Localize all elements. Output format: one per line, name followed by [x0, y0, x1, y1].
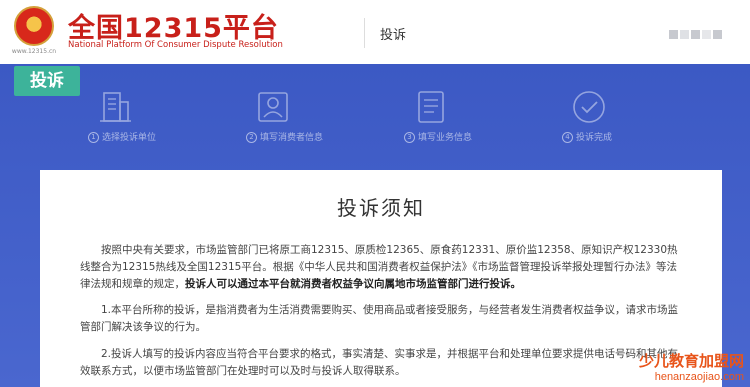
step-consumer-info: 2 填写消费者信息 — [218, 88, 358, 148]
notice-emphasis: 投诉人可以通过本平台就消费者权益争议向属地市场监管部门进行投诉。 — [185, 278, 521, 290]
step-label: 3 填写业务信息 — [404, 130, 472, 143]
site-watermark: 少儿教育加盟网 henanzaojiao.com — [639, 350, 744, 383]
header-section-label: 投诉 — [380, 28, 407, 43]
site-header: www.12315.cn 全国12315平台 National Platform… — [0, 0, 750, 64]
document-icon — [418, 91, 444, 123]
national-emblem-icon[interactable] — [14, 6, 54, 46]
notice-paragraph-intro: 按照中央有关要求，市场监管部门已将原工商12315、原质检12365、原食药12… — [80, 244, 678, 290]
watermark-url: henanzaojiao.com — [654, 371, 744, 383]
check-circle-icon — [573, 91, 605, 123]
user-avatar-blurred[interactable] — [668, 24, 724, 40]
step-label: 1 选择投诉单位 — [88, 130, 156, 143]
step-business-info: 3 填写业务信息 — [376, 88, 516, 148]
emblem-url: www.12315.cn — [11, 48, 57, 55]
notice-paragraph-1: 1.本平台所称的投诉，是指消费者为生活消费需要购买、使用商品或者接受服务，与经营… — [80, 304, 679, 333]
platform-subtitle: National Platform Of Consumer Dispute Re… — [68, 40, 283, 50]
building-icon — [100, 92, 131, 122]
notice-card: 投诉须知 按照中央有关要求，市场监管部门已将原工商12315、原质检12365、… — [40, 170, 722, 387]
header-divider — [364, 18, 365, 48]
notice-title: 投诉须知 — [337, 196, 425, 220]
notice-paragraph-2: 2.投诉人填写的投诉内容应当符合平台要求的格式，事实清楚、实事求是，并根据平台和… — [80, 348, 679, 377]
step-label: 2 填写消费者信息 — [246, 130, 323, 143]
step-select-unit: 1 选择投诉单位 — [60, 88, 200, 148]
step-complete: 4 投诉完成 — [534, 88, 674, 148]
step-label: 4 投诉完成 — [562, 130, 612, 143]
watermark-title: 少儿教育加盟网 — [638, 352, 744, 370]
progress-steps: 1 选择投诉单位 2 填写消费者信息 3 填写业务信息 4 投诉完成 — [60, 88, 680, 148]
user-card-icon — [258, 92, 288, 122]
